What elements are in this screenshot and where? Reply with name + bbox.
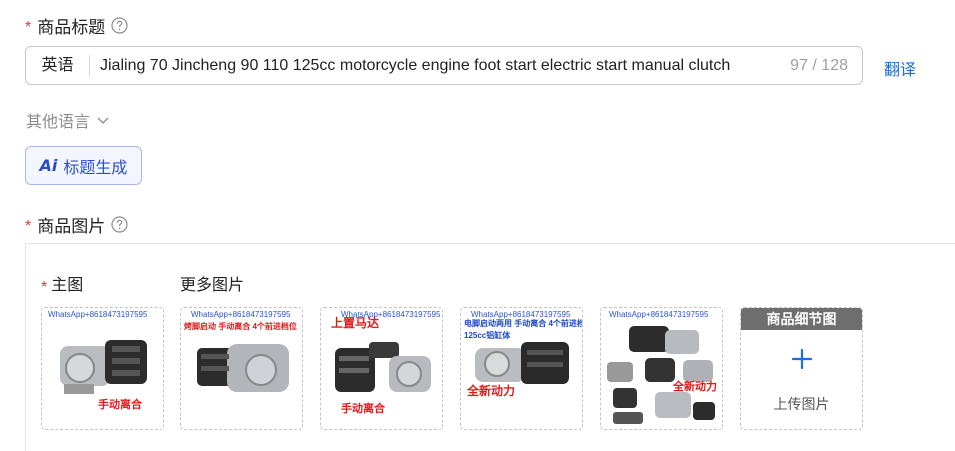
product-thumbnail[interactable]: WhatsApp+8618473197595 烤脚启动 手动离合 4个前进档位 xyxy=(180,307,303,430)
thumbnail-caption: 全新动力 xyxy=(673,381,717,393)
thumbnail-caption: 电脚启动两用 手动离合 4个前进档位 xyxy=(464,319,583,328)
thumbnail-caption: 上置马达 xyxy=(331,316,380,330)
product-title-label-text: 商品标题 xyxy=(37,18,106,37)
upload-detail-image-slot[interactable]: 商品细节图 上传图片 xyxy=(740,307,863,430)
product-thumbnail[interactable]: WhatsApp+8618473197595 电脚启动两用 手动离合 4个前进档… xyxy=(460,307,583,430)
engine-image xyxy=(607,326,715,424)
product-title-label: * 商品标题 xyxy=(25,13,128,38)
detail-image-header: 商品细节图 xyxy=(741,308,862,330)
thumbnail-watermark: WhatsApp+8618473197595 xyxy=(48,310,148,319)
translate-button[interactable]: 翻译 xyxy=(884,56,916,80)
thumbnail-watermark: WhatsApp+8618473197595 xyxy=(191,310,291,319)
required-mark: * xyxy=(25,18,32,36)
ai-title-generate-button[interactable]: Ai 标题生成 xyxy=(25,146,142,185)
question-circle-icon[interactable] xyxy=(111,216,128,233)
language-prefix: 英语 xyxy=(26,54,90,77)
engine-image xyxy=(60,340,147,394)
question-circle-icon[interactable] xyxy=(111,17,128,34)
more-images-label: 更多图片 xyxy=(180,277,245,294)
engine-image xyxy=(335,342,431,392)
product-images-label-text: 商品图片 xyxy=(37,217,106,236)
upload-image-label: 上传图片 xyxy=(773,396,830,412)
plus-icon xyxy=(791,348,813,370)
main-image-label-text: 主图 xyxy=(51,277,84,294)
required-mark: * xyxy=(25,217,32,235)
other-languages-label: 其他语言 xyxy=(26,114,91,131)
product-title-field: 英语 97 / 128 xyxy=(25,46,863,85)
thumbnail-caption: 烤脚启动 手动离合 4个前进档位 xyxy=(184,322,297,331)
product-thumbnail[interactable]: WhatsApp+8618473197595 全新动力 xyxy=(600,307,723,430)
product-thumbnail-main[interactable]: WhatsApp+8618473197595 手动离合 xyxy=(41,307,164,430)
ai-title-generate-label: 标题生成 xyxy=(63,159,128,177)
product-title-input[interactable] xyxy=(90,47,787,84)
product-images-label: * 商品图片 xyxy=(25,212,128,237)
thumbnail-caption: 手动离合 xyxy=(98,399,142,411)
main-image-label: * 主图 xyxy=(41,271,84,296)
chevron-down-icon xyxy=(96,113,110,127)
product-thumbnail[interactable]: WhatsApp+8618473197595 上置马达 手动离合 xyxy=(320,307,443,430)
thumbnail-caption: 全新动力 xyxy=(467,384,516,398)
thumbnail-watermark: WhatsApp+8618473197595 xyxy=(609,310,709,319)
required-mark: * xyxy=(41,279,48,296)
ai-icon: Ai xyxy=(39,156,58,175)
other-languages-toggle[interactable]: 其他语言 xyxy=(26,108,110,132)
engine-image xyxy=(197,344,289,392)
char-count: 97 / 128 xyxy=(790,56,848,74)
thumbnail-caption: 手动离合 xyxy=(341,403,385,415)
